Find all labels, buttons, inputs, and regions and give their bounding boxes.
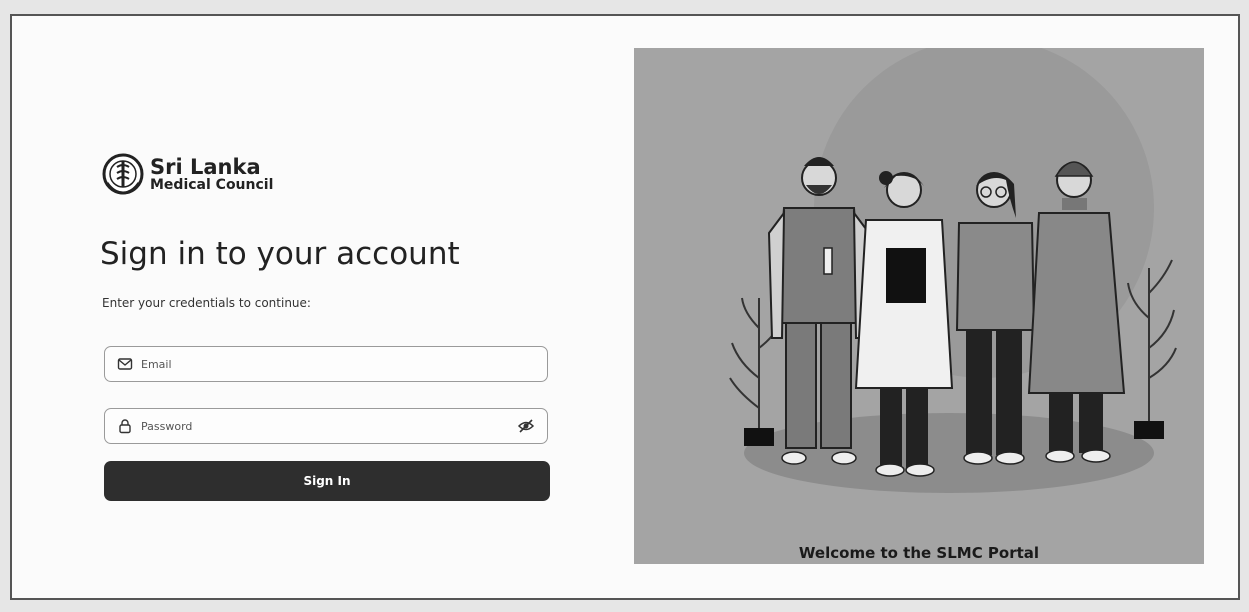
lock-icon [119, 419, 131, 434]
brand-name: Sri Lanka Medical Council [150, 156, 273, 193]
eye-off-icon[interactable] [517, 417, 535, 435]
brand-logo[interactable]: Sri Lanka Medical Council [102, 148, 273, 200]
email-field[interactable] [104, 346, 548, 382]
slmc-crest-icon [102, 153, 144, 195]
brand-name-line1: Sri Lanka [150, 154, 261, 179]
password-field[interactable] [104, 408, 548, 444]
medical-staff-illustration: Welcome to the SLMC Portal [634, 48, 1204, 564]
welcome-caption: Welcome to the SLMC Portal [798, 544, 1040, 562]
page-title: Sign in to your account [100, 236, 460, 272]
password-input[interactable] [141, 419, 517, 433]
email-input[interactable] [141, 357, 547, 371]
sign-in-button[interactable]: Sign In [104, 461, 550, 501]
brand-name-line2: Medical Council [150, 176, 274, 193]
scanned-page: Sri Lanka Medical Council Sign in to you… [0, 0, 1249, 612]
mail-icon [117, 358, 133, 370]
page-subtitle: Enter your credentials to continue: [102, 296, 311, 310]
